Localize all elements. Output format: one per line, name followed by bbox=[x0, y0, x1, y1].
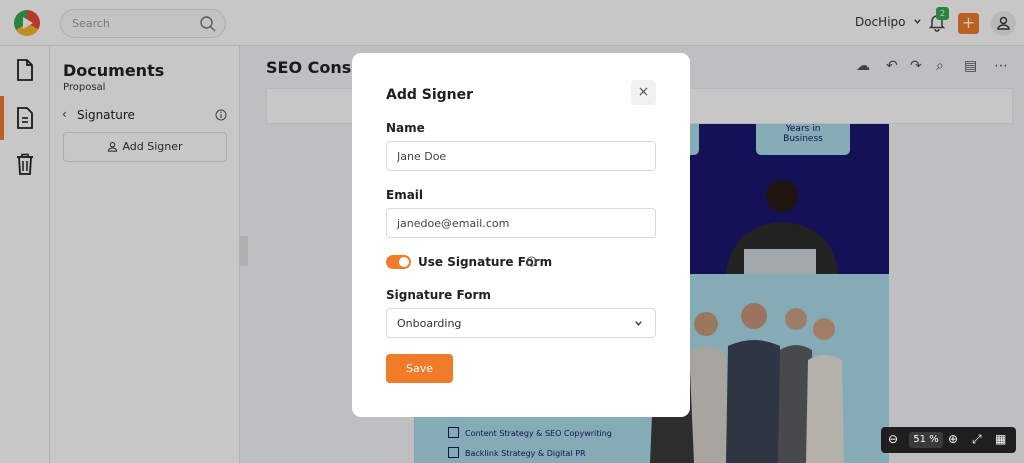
zoom-level[interactable]: 51 % bbox=[909, 432, 943, 448]
fit-icon[interactable]: ⤢ bbox=[972, 432, 982, 447]
name-label: Name bbox=[386, 121, 425, 135]
zoom-unit: % bbox=[929, 434, 939, 445]
close-icon[interactable]: × bbox=[631, 80, 656, 105]
name-field[interactable] bbox=[386, 141, 656, 171]
add-signer-modal: Add Signer × Name Email Use Signature Fo… bbox=[352, 53, 690, 417]
signature-form-toggle[interactable] bbox=[386, 255, 411, 269]
chevron-down-icon bbox=[635, 321, 642, 326]
zoom-value: 51 bbox=[913, 434, 927, 445]
email-label: Email bbox=[386, 188, 424, 202]
selected-value: Onboarding bbox=[397, 317, 462, 330]
save-button[interactable]: Save bbox=[386, 354, 453, 383]
signature-form-label: Signature Form bbox=[386, 288, 491, 302]
modal-title: Add Signer bbox=[386, 87, 474, 103]
zoom-out-icon[interactable]: ⊖ bbox=[888, 432, 898, 446]
grid-icon[interactable]: ▦ bbox=[995, 432, 1006, 446]
zoom-in-icon[interactable]: ⊕ bbox=[948, 432, 958, 446]
zoom-controls: ⊖ 51 % ⊕ ⤢ ▦ bbox=[881, 427, 1016, 453]
info-icon[interactable] bbox=[526, 256, 537, 267]
email-field[interactable] bbox=[386, 208, 656, 238]
signature-form-select[interactable]: Onboarding bbox=[386, 308, 656, 338]
